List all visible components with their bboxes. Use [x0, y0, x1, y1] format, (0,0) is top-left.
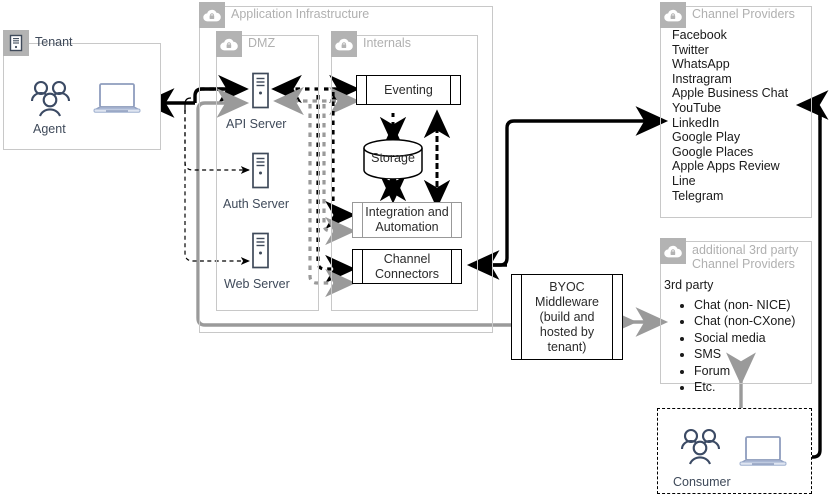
internals-header: Internals	[331, 31, 411, 57]
storage-label: Storage	[371, 151, 415, 165]
agent-laptop-icon	[92, 82, 142, 123]
third-party-list: Chat (non- NICE)Chat (non-CXone)Social m…	[672, 297, 795, 395]
dmz-header: DMZ	[216, 31, 275, 57]
api-server-label: API Server	[226, 117, 287, 131]
application-infrastructure-header: Application Infrastructure	[199, 2, 369, 28]
tenant-header: Tenant	[3, 30, 73, 56]
list-item: Twitter	[672, 42, 709, 57]
eventing-component: Eventing	[356, 75, 461, 105]
list-item: Google Places	[672, 144, 754, 159]
consumer-people-icon	[678, 428, 724, 471]
consumer-label: Consumer	[673, 475, 731, 489]
internals-title: Internals	[363, 36, 411, 50]
consumer-laptop-icon	[738, 435, 788, 476]
cloud-lock-icon	[216, 31, 242, 57]
cloud-lock-icon	[331, 31, 357, 57]
web-server-icon	[249, 232, 272, 275]
channel-providers-title: Channel Providers	[692, 7, 795, 21]
list-item: Social media	[694, 330, 795, 346]
cloud-lock-icon	[660, 238, 686, 264]
list-item: Chat (non-CXone)	[694, 313, 795, 329]
list-item: Instragram	[672, 71, 732, 86]
list-item: Forum	[694, 363, 795, 379]
auth-server-icon	[249, 152, 272, 195]
channel-connectors-label: Channel Connectors	[375, 251, 439, 281]
list-item: Google Play	[672, 130, 741, 145]
list-item: Telegram	[672, 188, 724, 203]
list-item: Chat (non- NICE)	[694, 297, 795, 313]
list-item: Facebook	[672, 28, 727, 42]
agent-label: Agent	[33, 122, 66, 136]
channel-connectors-component: Channel Connectors	[352, 249, 462, 284]
eventing-label: Eventing	[384, 82, 433, 97]
third-party-providers-header: additional 3rd party Channel Providers	[660, 238, 798, 271]
auth-server-label: Auth Server	[223, 197, 290, 211]
server-icon	[3, 30, 29, 56]
list-item: Line	[672, 173, 696, 188]
dmz-title: DMZ	[248, 36, 276, 50]
application-infrastructure-title: Application Infrastructure	[231, 7, 370, 21]
web-server-label: Web Server	[224, 277, 290, 291]
tenant-title: Tenant	[35, 35, 73, 49]
architecture-diagram: Tenant Agent Application Infrastructure …	[0, 0, 838, 501]
third-party-providers-title: additional 3rd party Channel Providers	[692, 243, 799, 271]
channel-providers-header: Channel Providers	[660, 2, 795, 28]
list-item: Apple Business Chat	[672, 86, 789, 101]
list-item: LinkedIn	[672, 115, 720, 130]
api-server-icon	[249, 72, 272, 115]
cloud-lock-icon	[660, 2, 686, 28]
list-item: Etc.	[694, 379, 795, 395]
byoc-middleware-label: BYOC Middleware (build and hosted by ten…	[535, 279, 599, 354]
list-item: Apple Apps Review	[672, 159, 780, 174]
integration-automation-label: Integration and Automation	[365, 205, 449, 234]
integration-automation-component: Integration and Automation	[352, 202, 462, 238]
list-item: YouTube	[672, 100, 722, 115]
channel-providers-list: Facebook Twitter WhatsApp Instragram Apple B…	[672, 28, 788, 203]
agent-people-icon	[28, 80, 74, 123]
list-item: SMS	[694, 346, 795, 362]
third-party-intro: 3rd party	[664, 278, 714, 292]
cloud-lock-icon	[199, 2, 225, 28]
list-item: WhatsApp	[672, 57, 730, 72]
byoc-middleware-component: BYOC Middleware (build and hosted by ten…	[511, 274, 623, 360]
